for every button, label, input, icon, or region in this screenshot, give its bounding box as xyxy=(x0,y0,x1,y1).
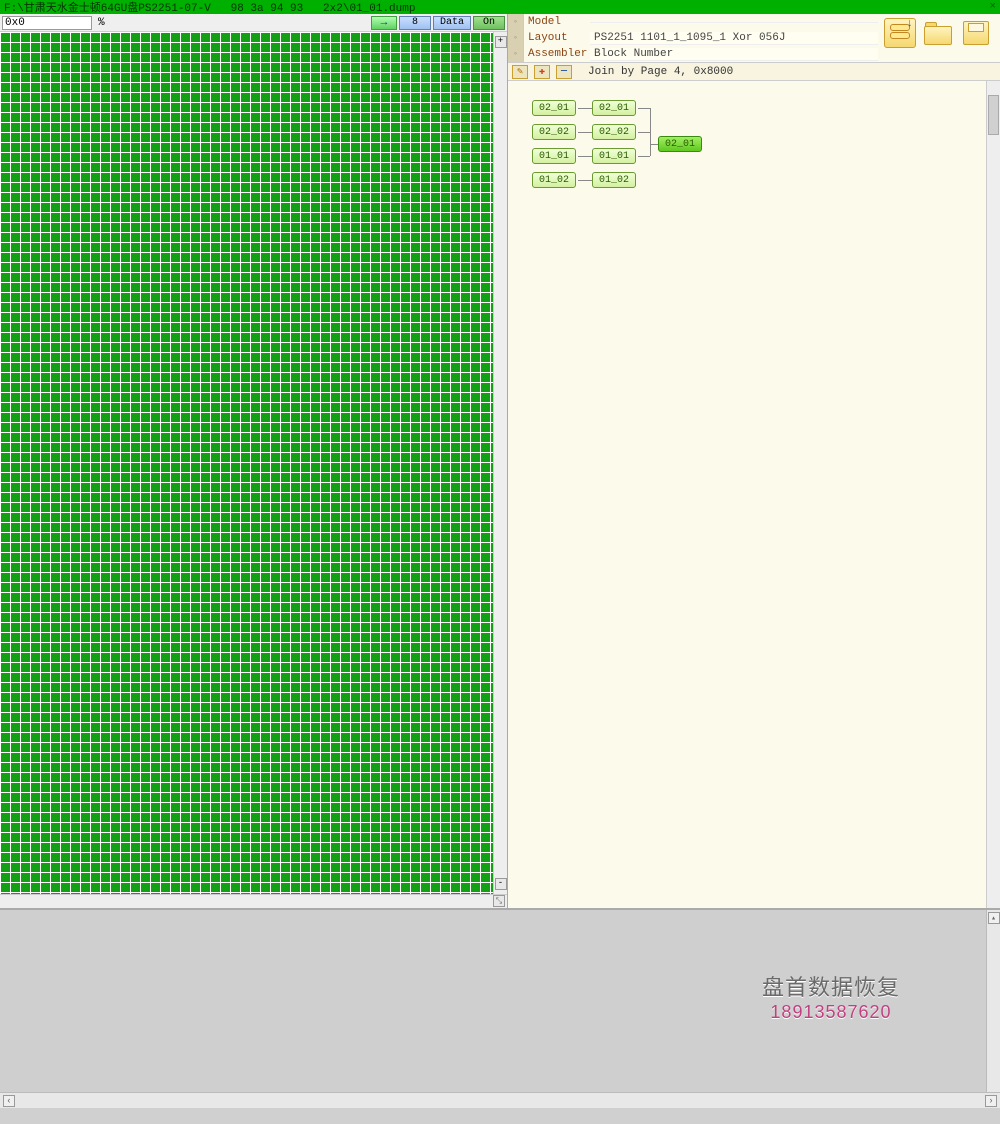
add-node-button[interactable]: ✚ xyxy=(534,65,550,79)
wand-icon[interactable]: ✎ xyxy=(512,65,528,79)
watermark-text: 盘首数据恢复 xyxy=(762,970,900,1002)
watermark: 盘首数据恢复 18913587620 xyxy=(762,970,900,1023)
data-mode-button[interactable]: Data xyxy=(433,16,471,30)
zoom-in-button[interactable]: + xyxy=(495,36,507,48)
left-toolbar: % → 8 Data On xyxy=(0,14,507,32)
bullet-icon: ◦ xyxy=(508,14,524,30)
bottom-pane: 盘首数据恢复 18913587620 ▴ ‹ › xyxy=(0,908,1000,1108)
main-area: % → 8 Data On + - ⤡ ◦ Model xyxy=(0,14,1000,908)
node-merged[interactable]: 02_01 xyxy=(658,136,702,152)
prop-label: Model xyxy=(524,16,590,28)
scroll-left-icon[interactable]: ‹ xyxy=(3,1095,15,1107)
right-pane: ◦ Model ◦ Layout PS2251 1101_1_1095_1 Xo… xyxy=(508,14,1000,908)
prop-value-assembler[interactable]: Block Number xyxy=(590,48,878,61)
open-folder-button[interactable] xyxy=(922,18,954,48)
prop-row-assembler: ◦ Assembler Block Number xyxy=(508,46,878,62)
node-col1-1[interactable]: 02_02 xyxy=(532,124,576,140)
remove-node-button[interactable]: — xyxy=(556,65,572,79)
page-size-button[interactable]: 8 xyxy=(399,16,431,30)
prop-value-model[interactable] xyxy=(590,22,878,23)
percent-label: % xyxy=(94,17,109,29)
bottom-horizontal-scrollbar[interactable]: ‹ › xyxy=(0,1092,1000,1108)
node-col2-0[interactable]: 02_01 xyxy=(592,100,636,116)
window-title: F:\甘肃天水金士顿64GU盘PS2251-07-V 98 3a 94 93 2… xyxy=(4,0,989,15)
zoom-out-button[interactable]: - xyxy=(495,878,507,890)
right-toolbar: ✎ ✚ — Join by Page 4, 0x8000 xyxy=(508,63,1000,81)
goto-button[interactable]: → xyxy=(371,16,397,30)
prop-label: Layout xyxy=(524,32,590,44)
node-col2-3[interactable]: 01_02 xyxy=(592,172,636,188)
bullet-icon: ◦ xyxy=(508,46,524,62)
resize-handle-icon[interactable]: ⤡ xyxy=(493,895,505,907)
grid-wrap: + - xyxy=(0,32,507,894)
grid-bottom-bar: ⤡ xyxy=(0,894,507,908)
offset-input[interactable] xyxy=(2,16,92,30)
join-mode-label: Join by Page 4, 0x8000 xyxy=(578,66,733,78)
prop-row-model: ◦ Model xyxy=(508,14,878,30)
scrollbar-thumb[interactable] xyxy=(988,95,999,135)
prop-value-layout[interactable]: PS2251 1101_1_1095_1 Xor 056J xyxy=(590,32,878,45)
right-header: ◦ Model ◦ Layout PS2251 1101_1_1095_1 Xo… xyxy=(508,14,1000,63)
grid-side-controls: + - xyxy=(493,32,507,894)
save-button[interactable] xyxy=(960,18,992,48)
scroll-up-icon[interactable]: ▴ xyxy=(988,912,1000,924)
close-icon[interactable]: × xyxy=(989,1,996,13)
assembly-graph[interactable]: 02_01 02_02 01_01 01_02 02_01 02_02 01_0… xyxy=(508,81,986,908)
properties-table: ◦ Model ◦ Layout PS2251 1101_1_1095_1 Xo… xyxy=(508,14,878,62)
node-col1-2[interactable]: 01_01 xyxy=(532,148,576,164)
import-db-button[interactable]: ↓ xyxy=(884,18,916,48)
node-col1-3[interactable]: 01_02 xyxy=(532,172,576,188)
bullet-icon: ◦ xyxy=(508,30,524,46)
action-icons: ↓ xyxy=(878,14,1000,50)
bottom-vertical-scrollbar[interactable]: ▴ xyxy=(986,910,1000,1092)
node-col2-2[interactable]: 01_01 xyxy=(592,148,636,164)
watermark-phone: 18913587620 xyxy=(762,1002,900,1023)
title-bar: F:\甘肃天水金士顿64GU盘PS2251-07-V 98 3a 94 93 2… xyxy=(0,0,1000,14)
prop-row-layout: ◦ Layout PS2251 1101_1_1095_1 Xor 056J xyxy=(508,30,878,46)
on-toggle-button[interactable]: On xyxy=(473,16,505,30)
scroll-right-icon[interactable]: › xyxy=(985,1095,997,1107)
prop-label: Assembler xyxy=(524,48,590,60)
node-col2-1[interactable]: 02_02 xyxy=(592,124,636,140)
left-pane: % → 8 Data On + - ⤡ xyxy=(0,14,508,908)
block-map-grid[interactable] xyxy=(0,32,493,894)
right-body: 02_01 02_02 01_01 01_02 02_01 02_02 01_0… xyxy=(508,81,1000,908)
node-col1-0[interactable]: 02_01 xyxy=(532,100,576,116)
right-vertical-scrollbar[interactable] xyxy=(986,81,1000,908)
